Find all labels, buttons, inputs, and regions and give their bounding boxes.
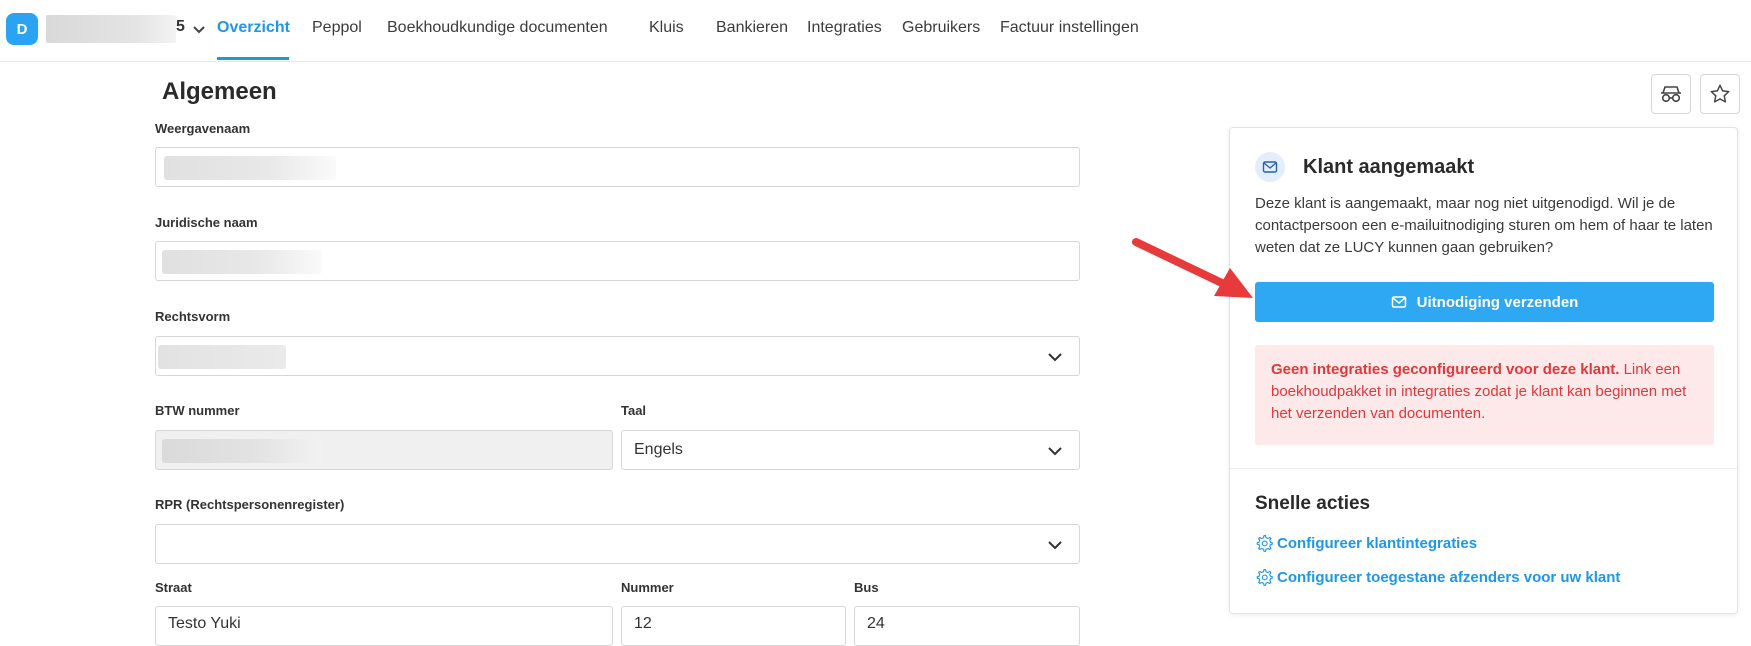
language-label: Taal	[621, 403, 647, 418]
chevron-down-icon	[1048, 353, 1062, 362]
chevron-down-icon	[1048, 447, 1062, 456]
number-label: Nummer	[621, 580, 674, 595]
send-invitation-label: Uitnodiging verzenden	[1416, 293, 1579, 311]
language-value: Engels	[634, 441, 683, 458]
send-invitation-button[interactable]: Uitnodiging verzenden	[1255, 282, 1714, 322]
number-value: 12	[634, 615, 652, 632]
section-title: Algemeen	[162, 78, 277, 105]
tab-factuur-instellingen[interactable]: Factuur instellingen	[1000, 19, 1139, 37]
chevron-down-icon	[1048, 541, 1062, 550]
tab-bankieren[interactable]: Bankieren	[716, 19, 788, 37]
annotation-arrow	[1132, 238, 1253, 298]
display-name-field[interactable]	[155, 147, 1080, 187]
bus-field[interactable]: 24	[854, 606, 1080, 646]
card-description: Deze klant is aangemaakt, maar nog niet …	[1255, 195, 1713, 256]
tab-kluis[interactable]: Kluis	[649, 19, 684, 37]
display-name-label: Weergavenaam	[155, 121, 251, 136]
tab-boekhoudkundige-documenten[interactable]: Boekhoudkundige documenten	[387, 19, 608, 37]
top-navigation-bar: D 5 Overzicht Peppol Boekhoudkundige doc…	[0, 0, 1751, 62]
bus-value: 24	[867, 615, 885, 632]
gear-icon	[1256, 568, 1273, 586]
legal-name-field[interactable]	[155, 241, 1080, 281]
card-title: Klant aangemaakt	[1303, 156, 1475, 178]
glasses-icon	[1661, 86, 1681, 103]
divider	[1230, 468, 1737, 469]
vat-number-field[interactable]	[155, 430, 613, 470]
bus-label: Bus	[854, 580, 879, 595]
gear-icon	[1256, 534, 1273, 552]
legal-form-select[interactable]	[155, 336, 1080, 376]
tab-gebruikers[interactable]: Gebruikers	[902, 19, 980, 37]
redacted-value	[162, 439, 322, 463]
configure-integrations-label: Configureer klantintegraties	[1277, 534, 1478, 552]
favorite-button[interactable]	[1700, 74, 1740, 114]
number-field[interactable]: 12	[621, 606, 846, 646]
tab-integraties[interactable]: Integraties	[807, 19, 882, 37]
redacted-value	[158, 345, 286, 369]
configure-integrations-link[interactable]: Configureer klantintegraties	[1255, 534, 1477, 552]
street-label: Straat	[155, 580, 192, 595]
mail-icon-badge	[1255, 152, 1285, 182]
alert-heading: Geen integraties geconfigureerd voor dez…	[1271, 361, 1620, 378]
rpr-select[interactable]	[155, 524, 1080, 564]
configure-senders-label: Configureer toegestane afzenders voor uw…	[1277, 568, 1621, 586]
configure-senders-link[interactable]: Configureer toegestane afzenders voor uw…	[1255, 568, 1620, 586]
organization-avatar[interactable]: D	[6, 13, 38, 45]
mail-icon	[1391, 296, 1406, 308]
mail-icon	[1262, 161, 1278, 173]
no-integrations-alert: Geen integraties geconfigureerd voor dez…	[1255, 345, 1714, 445]
star-icon	[1710, 84, 1730, 103]
rpr-label: RPR (Rechtspersonenregister)	[155, 497, 345, 512]
vat-number-label: BTW nummer	[155, 403, 240, 418]
redacted-value	[164, 156, 336, 180]
organization-name-suffix[interactable]: 5	[176, 18, 185, 36]
chevron-down-icon[interactable]	[191, 21, 207, 37]
client-created-card: Klant aangemaakt Deze klant is aangemaak…	[1229, 127, 1738, 614]
redacted-value	[162, 250, 322, 274]
legal-name-label: Juridische naam	[155, 215, 258, 230]
street-field[interactable]: Testo Yuki	[155, 606, 613, 646]
incognito-view-button[interactable]	[1651, 74, 1691, 114]
language-select[interactable]: Engels	[621, 430, 1080, 470]
tab-peppol[interactable]: Peppol	[312, 19, 362, 37]
legal-form-label: Rechtsvorm	[155, 309, 231, 324]
quick-actions-title: Snelle acties	[1255, 493, 1371, 514]
tab-overzicht[interactable]: Overzicht	[217, 19, 290, 37]
active-tab-indicator	[217, 57, 289, 60]
organization-name-redacted[interactable]	[46, 15, 176, 43]
street-value: Testo Yuki	[168, 615, 241, 632]
